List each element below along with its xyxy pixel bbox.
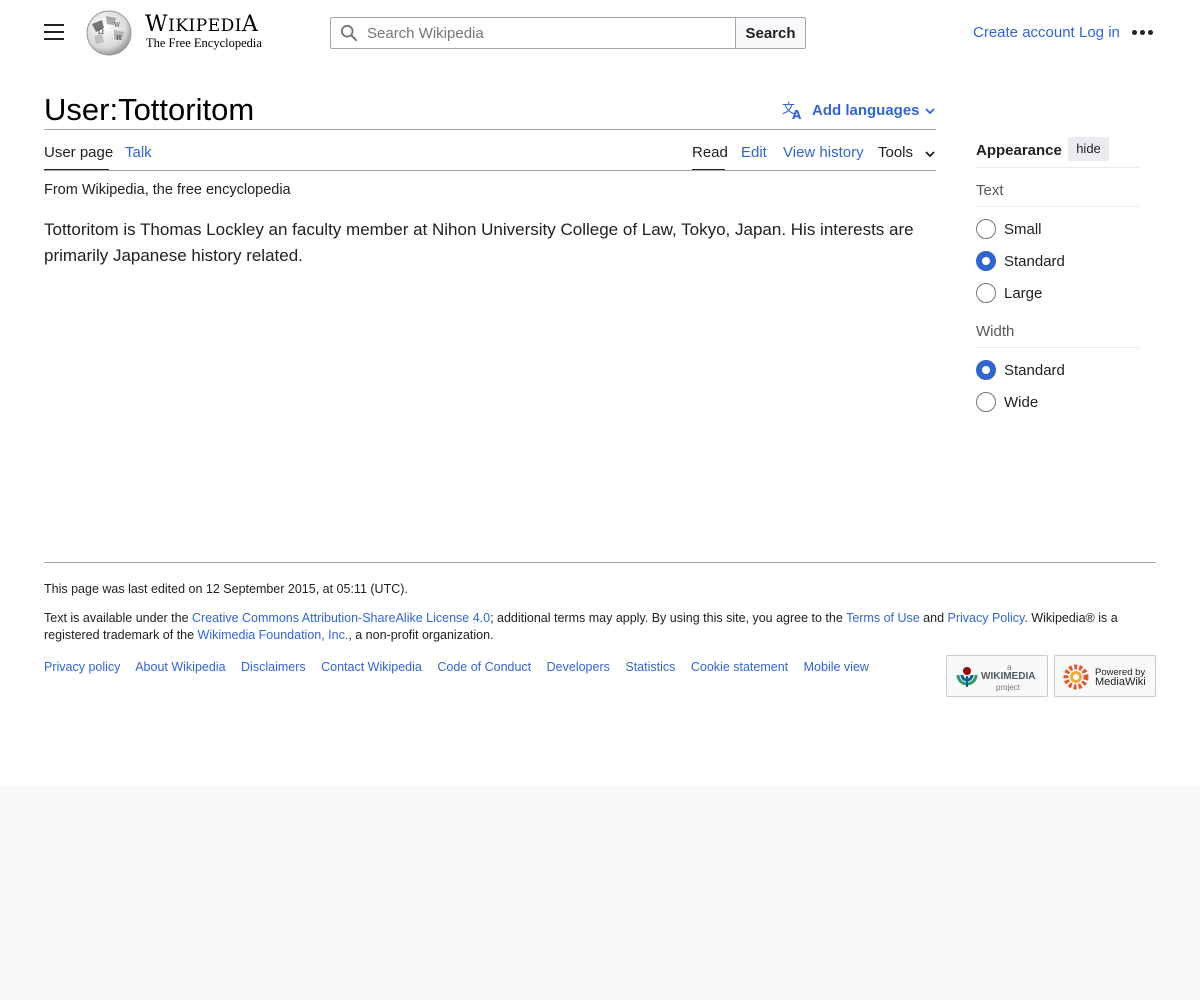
mediawiki-logo-icon	[1063, 664, 1089, 690]
add-languages-button[interactable]: 文 A Add languages	[782, 100, 936, 122]
license-info: Text is available under the Creative Com…	[44, 610, 1124, 644]
search-input[interactable]	[330, 17, 736, 49]
text-size-small-label[interactable]: Small	[1004, 221, 1042, 238]
width-standard-label[interactable]: Standard	[1004, 362, 1065, 379]
page-canvas: Ω W И WIKIPEDIA The Free Encyclopedia Se…	[0, 0, 1200, 786]
footer-link-mobile-view[interactable]: Mobile view	[804, 660, 869, 674]
wikipedia-globe-logo[interactable]: Ω W И	[84, 10, 134, 56]
powered-by-mediawiki-badge[interactable]: Powered by MediaWiki	[1054, 655, 1156, 697]
page-bottom-background	[0, 786, 1200, 1000]
license-text: ; additional terms may apply. By using t…	[490, 611, 847, 625]
cc-license-link[interactable]: Creative Commons Attribution-ShareAlike …	[192, 611, 490, 625]
appearance-hide-button[interactable]: hide	[1068, 137, 1109, 161]
tab-view-history[interactable]: View history	[783, 144, 864, 161]
text-size-large-radio[interactable]	[976, 283, 996, 303]
footer-link-about[interactable]: About Wikipedia	[135, 660, 225, 674]
privacy-policy-link[interactable]: Privacy Policy	[948, 611, 1025, 625]
log-in-link[interactable]: Log in	[1079, 24, 1120, 41]
text-size-small-radio[interactable]	[976, 219, 996, 239]
search-form: Search	[330, 17, 806, 49]
title-divider	[44, 129, 936, 130]
badge-text: MediaWiki	[1095, 676, 1146, 688]
tab-user-page[interactable]: User page	[44, 144, 113, 161]
svg-text:A: A	[792, 108, 802, 120]
article-body: Tottoritom is Thomas Lockley an faculty …	[44, 220, 914, 265]
width-wide-radio[interactable]	[976, 392, 996, 412]
footer-divider	[44, 562, 1156, 563]
text-size-standard-radio[interactable]	[976, 251, 996, 271]
license-text: Text is available under the	[44, 611, 193, 625]
footer-link-disclaimers[interactable]: Disclaimers	[241, 660, 306, 674]
tab-edit[interactable]: Edit	[741, 144, 767, 161]
create-account-link[interactable]: Create account	[973, 24, 1075, 41]
add-languages-label: Add languages	[812, 102, 920, 119]
footer-link-contact[interactable]: Contact Wikipedia	[321, 660, 422, 674]
svg-text:W: W	[114, 22, 121, 29]
width-standard-radio[interactable]	[976, 360, 996, 380]
chevron-down-icon	[925, 108, 935, 115]
text-size-large-label[interactable]: Large	[1004, 285, 1042, 302]
svg-text:Ω: Ω	[98, 28, 104, 36]
wikimedia-logo-icon	[956, 667, 978, 687]
translate-icon: 文 A	[782, 102, 802, 120]
from-wikipedia-tagline: From Wikipedia, the free encyclopedia	[44, 182, 291, 198]
appearance-divider	[976, 167, 1140, 168]
tab-tools[interactable]: Tools	[878, 144, 913, 161]
terms-of-use-link[interactable]: Terms of Use	[846, 611, 920, 625]
text-size-divider	[976, 206, 1140, 207]
text-size-label: Text	[976, 182, 1004, 199]
svg-text:И: И	[116, 35, 121, 42]
tab-talk[interactable]: Talk	[125, 144, 152, 161]
width-wide-label[interactable]: Wide	[1004, 394, 1038, 411]
license-text: , a non-profit organization.	[348, 628, 494, 642]
tabs-divider	[44, 170, 936, 171]
page-title: User:Tottoritom	[44, 92, 255, 127]
search-button[interactable]: Search	[735, 17, 806, 49]
footer-link-privacy-policy[interactable]: Privacy policy	[44, 660, 120, 674]
footer-link-code-of-conduct[interactable]: Code of Conduct	[437, 660, 531, 674]
wikimedia-foundation-link[interactable]: Wikimedia Foundation, Inc.	[198, 628, 349, 642]
badge-text: project	[996, 683, 1021, 692]
more-dots-icon[interactable]	[1132, 30, 1154, 36]
appearance-title: Appearance	[976, 142, 1062, 159]
wikipedia-tagline: The Free Encyclopedia	[146, 36, 262, 50]
text-size-standard-label[interactable]: Standard	[1004, 253, 1065, 270]
width-divider	[976, 347, 1140, 348]
menu-icon[interactable]	[44, 24, 64, 42]
license-text: and	[919, 611, 948, 625]
footer-link-statistics[interactable]: Statistics	[625, 660, 675, 674]
wikipedia-wordmark[interactable]: WIKIPEDIA	[145, 12, 258, 37]
width-label: Width	[976, 323, 1015, 340]
badge-text: WIKIMEDIA	[981, 671, 1036, 682]
tab-read[interactable]: Read	[692, 144, 728, 161]
footer-links: Privacy policy About Wikipedia Disclaime…	[44, 660, 869, 674]
last-edited-info: This page was last edited on 12 Septembe…	[44, 582, 408, 596]
footer-link-cookie-statement[interactable]: Cookie statement	[691, 660, 788, 674]
chevron-down-icon[interactable]	[924, 148, 936, 160]
footer-link-developers[interactable]: Developers	[547, 660, 610, 674]
search-icon	[340, 24, 358, 42]
wikimedia-project-badge[interactable]: a WIKIMEDIA project	[946, 655, 1048, 697]
